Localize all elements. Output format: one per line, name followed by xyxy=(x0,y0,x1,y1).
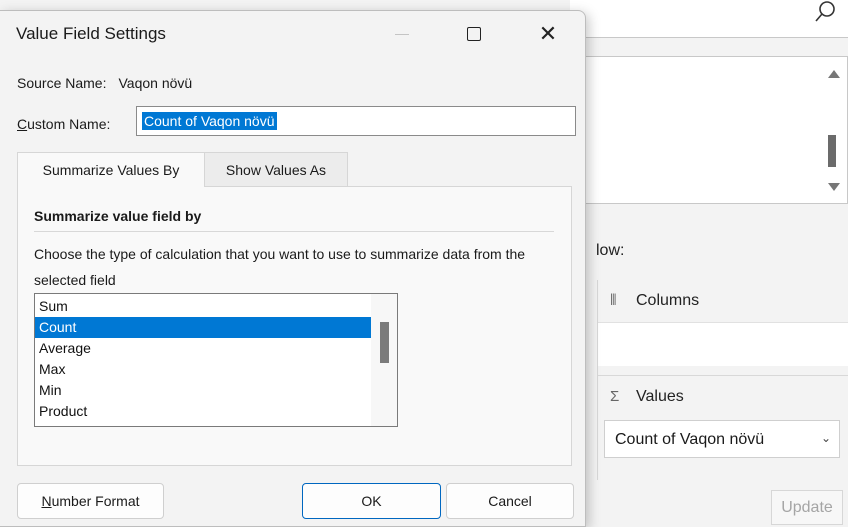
values-area-header: Σ Values xyxy=(598,375,848,419)
list-item-count[interactable]: Count xyxy=(35,317,371,338)
maximize-button[interactable] xyxy=(450,11,498,57)
drag-fields-label: low: xyxy=(596,242,625,259)
list-item-min[interactable]: Min xyxy=(35,380,371,401)
field-search-box[interactable] xyxy=(570,0,848,38)
ok-button[interactable]: OK xyxy=(302,483,441,519)
values-field-pill[interactable]: Count of Vaqon növü ⌄ xyxy=(604,420,840,458)
search-icon[interactable] xyxy=(810,0,840,28)
list-item-max[interactable]: Max xyxy=(35,359,371,380)
listbox-scrollbar-thumb[interactable] xyxy=(380,322,389,363)
source-name-row: Source Name: Vaqon növü xyxy=(17,75,192,91)
scroll-up-arrow-icon[interactable] xyxy=(828,70,840,78)
number-format-label: umber Format xyxy=(51,493,140,509)
field-list[interactable] xyxy=(570,56,848,204)
dialog-title: Value Field Settings xyxy=(16,24,166,43)
sigma-icon: Σ xyxy=(610,388,620,405)
cancel-button[interactable]: Cancel xyxy=(446,483,574,519)
group-title: Summarize value field by xyxy=(34,208,202,224)
source-name-label: Source Name: xyxy=(17,75,107,91)
close-button[interactable]: ✕ xyxy=(524,11,572,57)
columns-drop-area[interactable] xyxy=(598,322,848,366)
values-area-label: Values xyxy=(636,388,684,405)
number-format-accelerator: N xyxy=(41,493,52,509)
tab-panel: Summarize value field by Choose the type… xyxy=(17,186,572,466)
minimize-button xyxy=(378,11,426,57)
list-item-average[interactable]: Average xyxy=(35,338,371,359)
update-button[interactable]: Update xyxy=(771,490,843,525)
value-field-settings-dialog: Value Field Settings ✕ Source Name: Vaqon… xyxy=(0,10,586,527)
values-field-label: Count of Vaqon növü xyxy=(615,431,765,448)
minimize-icon xyxy=(395,33,409,35)
columns-area-header: ⦀ Columns xyxy=(598,280,848,324)
source-name-value: Vaqon növü xyxy=(118,75,193,91)
custom-name-value: Count of Vaqon növü xyxy=(142,112,277,130)
dialog-titlebar[interactable]: Value Field Settings ✕ xyxy=(0,11,585,57)
tab-summarize-values-by[interactable]: Summarize Values By xyxy=(17,152,205,187)
custom-name-label: Custom Name: xyxy=(17,116,110,132)
field-list-scrollbar-thumb[interactable] xyxy=(828,135,836,167)
list-item-sum[interactable]: Sum xyxy=(35,296,371,317)
custom-name-label-text: ustom Name: xyxy=(27,116,111,132)
values-drop-area[interactable]: Count of Vaqon növü ⌄ xyxy=(598,417,848,477)
tab-show-values-as[interactable]: Show Values As xyxy=(205,152,348,187)
listbox-scrollbar[interactable] xyxy=(371,294,397,426)
maximize-icon xyxy=(467,27,481,41)
list-item-product[interactable]: Product xyxy=(35,401,371,422)
close-icon: ✕ xyxy=(538,21,558,46)
chevron-down-icon[interactable]: ⌄ xyxy=(821,431,831,445)
columns-area-label: Columns xyxy=(636,292,700,309)
number-format-button[interactable]: Number Format xyxy=(17,483,164,519)
custom-name-input[interactable]: Count of Vaqon növü xyxy=(136,106,576,136)
group-divider xyxy=(34,231,554,232)
scroll-down-arrow-icon[interactable] xyxy=(828,183,840,191)
function-listbox[interactable]: Sum Count Average Max Min Product xyxy=(34,293,398,427)
custom-name-accelerator: C xyxy=(17,116,28,132)
columns-icon: ⦀ xyxy=(610,292,617,309)
description-text: Choose the type of calculation that you … xyxy=(34,246,526,288)
